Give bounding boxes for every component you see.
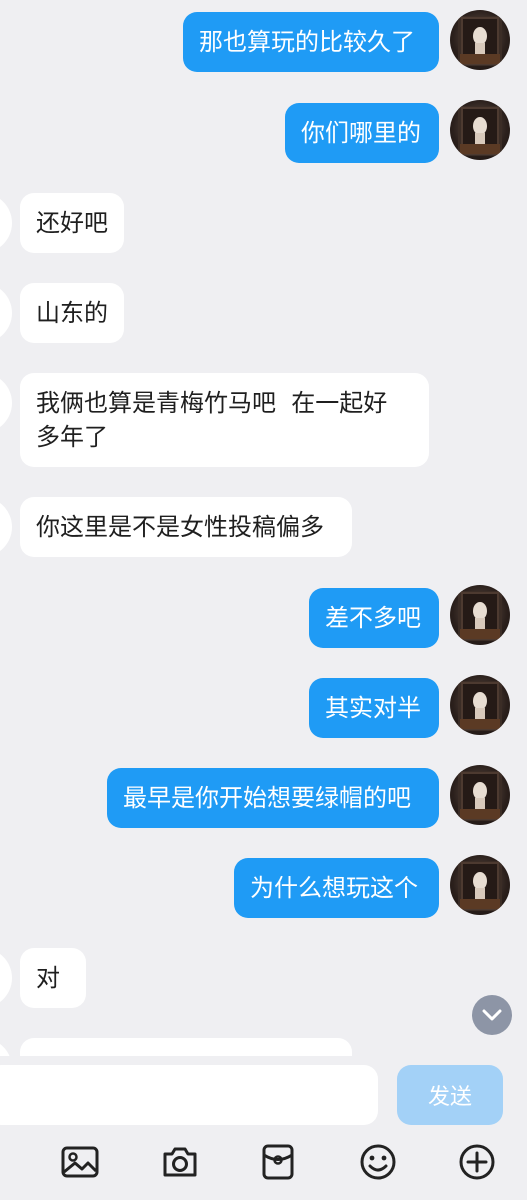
user-avatar[interactable] <box>450 765 510 825</box>
contact-avatar[interactable] <box>0 497 12 557</box>
chat-screen: 那也算玩的比较久了 你们哪里的 还好吧 山东的 我俩也算是青梅竹马吧 在一起好 … <box>0 0 527 1200</box>
user-avatar[interactable] <box>450 100 510 160</box>
user-avatar[interactable] <box>450 855 510 915</box>
message-bubble-outgoing[interactable]: 那也算玩的比较久了 <box>183 12 439 72</box>
user-avatar[interactable] <box>450 585 510 645</box>
message-bubble-incoming[interactable]: 我俩也算是青梅竹马吧 在一起好 多年了 <box>20 373 429 467</box>
message-bubble-outgoing[interactable]: 最早是你开始想要绿帽的吧 <box>107 768 439 828</box>
more-button[interactable] <box>455 1140 499 1184</box>
contact-avatar[interactable] <box>0 1038 12 1056</box>
image-button[interactable] <box>58 1140 102 1184</box>
message-bubble-outgoing[interactable]: 差不多吧 <box>309 588 439 648</box>
contact-avatar[interactable] <box>0 193 12 253</box>
plus-icon <box>459 1144 495 1180</box>
scroll-to-bottom-button[interactable] <box>472 995 512 1035</box>
message-input[interactable] <box>0 1065 378 1125</box>
red-packet-icon <box>262 1144 294 1180</box>
message-bubble-outgoing[interactable]: 其实对半 <box>309 678 439 738</box>
camera-button[interactable] <box>158 1140 202 1184</box>
chevron-down-icon <box>482 1009 502 1021</box>
message-bubble-incoming[interactable]: 对 <box>20 948 86 1008</box>
emoji-button[interactable] <box>356 1140 400 1184</box>
message-bubble-outgoing[interactable]: 为什么想玩这个 <box>234 858 439 918</box>
contact-avatar[interactable] <box>0 948 12 1008</box>
camera-icon <box>163 1147 197 1177</box>
emoji-icon <box>360 1144 396 1180</box>
send-button[interactable]: 发送 <box>397 1065 503 1125</box>
composer-bar: 发送 <box>0 1056 527 1136</box>
user-avatar[interactable] <box>450 10 510 70</box>
message-bubble-incoming[interactable]: 山东的 <box>20 283 124 343</box>
user-avatar[interactable] <box>450 675 510 735</box>
message-list[interactable]: 那也算玩的比较久了 你们哪里的 还好吧 山东的 我俩也算是青梅竹马吧 在一起好 … <box>0 0 527 1056</box>
message-bubble-incoming[interactable]: 你这里是不是女性投稿偏多 <box>20 497 352 557</box>
message-bubble-incoming[interactable] <box>20 1038 352 1056</box>
red-packet-button[interactable] <box>256 1140 300 1184</box>
message-bubble-incoming[interactable]: 还好吧 <box>20 193 124 253</box>
composer-toolbar <box>0 1136 527 1200</box>
image-icon <box>61 1146 99 1178</box>
message-bubble-outgoing[interactable]: 你们哪里的 <box>285 103 439 163</box>
contact-avatar[interactable] <box>0 283 12 343</box>
contact-avatar[interactable] <box>0 373 12 433</box>
